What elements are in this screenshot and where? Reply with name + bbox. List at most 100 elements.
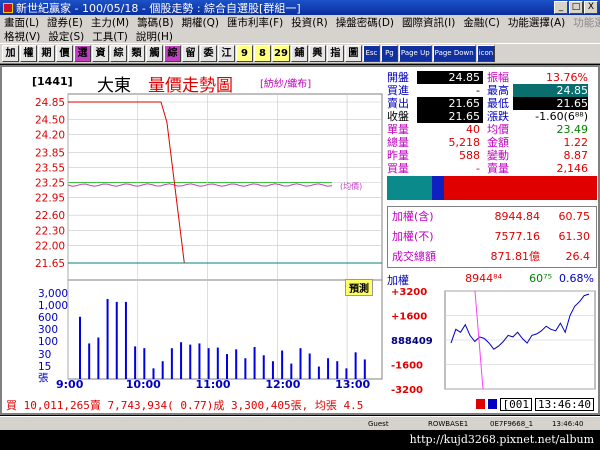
quote-label: 總量 — [387, 136, 409, 149]
x-tick-label: 11:00 — [196, 378, 231, 391]
menu-bar: 畫面(L) 證券(E) 主力(M) 籌碼(B) 期權(Q) 匯市利率(F) 投資(R) 操盤密… — [0, 15, 600, 29]
index-change: 61.30 — [558, 230, 591, 243]
menu-item[interactable]: 畫面(L) — [0, 15, 43, 29]
session-label: 0E7F9668_1 — [490, 420, 534, 428]
quote-value: 24.85 — [513, 84, 588, 97]
toolbar-icon-button[interactable]: icon — [476, 45, 496, 62]
avg-line-label: (均價) — [340, 181, 362, 191]
quote-table: 開盤 24.85 振幅 13.76% 買進 - 最高 24.85 賣出 21.65 最低 21.65 收… — [387, 71, 597, 200]
menu-item[interactable]: 國際資訊(I) — [398, 15, 459, 29]
toolbar-button[interactable]: 9 — [236, 45, 253, 62]
menu-item[interactable]: 工具(T) — [88, 29, 132, 43]
order-summary: 買 10,011,265賣 7,743,934( 0.77)成 3,300,40… — [6, 399, 364, 412]
toolbar-icon-button[interactable]: Page Up — [398, 45, 432, 62]
toolbar-button[interactable]: 資 — [92, 45, 109, 62]
plot-frame — [67, 93, 383, 380]
toolbar-button[interactable]: 委 — [200, 45, 217, 62]
quote-label: 最高 — [487, 84, 509, 97]
chart-title: 量價走勢圖 — [148, 76, 233, 96]
mini-index-change: 60⁷⁵ — [529, 272, 552, 285]
index-value: 8944.84 — [494, 210, 541, 223]
y-tick-label: 22.30 — [35, 225, 65, 237]
connection-bar: Guest ROWBASE1 0E7F9668_1 13:46:40 — [0, 416, 600, 430]
mini-index-header: 加權 8944⁸⁴ 60⁷⁵ 0.68% — [387, 272, 597, 287]
mini-tick-label: -3200 — [391, 385, 423, 395]
toolbar-button[interactable]: 指 — [326, 45, 344, 62]
volume-tick-label: 100 — [38, 336, 58, 348]
quote-value: 8.87 — [563, 149, 589, 162]
toolbar-icon-button[interactable]: Pg — [380, 45, 398, 62]
index-change: 60.75 — [558, 210, 591, 223]
toolbar-icon-button[interactable]: Page Down — [432, 45, 476, 62]
menu-item[interactable]: 金融(C) — [459, 15, 504, 29]
quote-label: 開盤 — [387, 71, 409, 84]
main-panel: 24.85 24.50 24.20 23.85 23.55 23.25 22.95 22.60… — [0, 65, 600, 415]
menu-item[interactable]: 格視(V) — [0, 29, 44, 43]
index-label: 成交總額 — [392, 250, 436, 263]
toolbar-button[interactable]: 29 — [272, 45, 290, 62]
toolbar-button[interactable]: 觸 — [146, 45, 163, 62]
volume-tick-label: 1,000 — [38, 300, 68, 312]
quote-value: -1.60(6⁸⁸) — [535, 110, 588, 123]
y-tick-label: 24.20 — [35, 130, 65, 142]
mini-index-label: 加權 — [387, 274, 409, 287]
volume-tick-label: 600 — [38, 312, 58, 324]
menu-item[interactable]: 籌碼(B) — [133, 15, 177, 29]
stock-code: [1441] — [32, 75, 73, 88]
menu-item[interactable]: 功能選擇(A) — [504, 15, 569, 29]
menu-item[interactable]: 操盤密碼(D) — [332, 15, 398, 29]
toolbar-button[interactable]: 鋪 — [290, 45, 308, 62]
menu-item[interactable]: 功能選擇(O) — [569, 15, 600, 29]
volume-tick-label: 300 — [38, 324, 58, 336]
toolbar-button[interactable]: 期 — [38, 45, 55, 62]
menu-item[interactable]: 主力(M) — [87, 15, 133, 29]
toolbar-button[interactable]: 權 — [20, 45, 37, 62]
toolbar-button[interactable]: 江 — [218, 45, 235, 62]
index-value: 871.81億 — [490, 250, 541, 263]
quote-label: 漲跌 — [487, 110, 509, 123]
forecast-badge[interactable]: 預測 — [345, 279, 373, 296]
menu-item[interactable]: 期權(Q) — [178, 15, 223, 29]
menu-item[interactable]: 投資(R) — [287, 15, 332, 29]
menu-bar-secondary: 格視(V) 設定(S) 工具(T) 說明(H) — [0, 29, 600, 43]
quote-value: 13.76% — [546, 71, 588, 84]
menu-item[interactable]: 匯市利率(F) — [223, 15, 287, 29]
y-tick-label: 24.85 — [35, 97, 65, 109]
toolbar-button[interactable]: 綜 — [110, 45, 127, 62]
quote-label: 單量 — [387, 123, 409, 136]
status-bar: [001 13:46:40 — [475, 397, 594, 411]
toolbar-button[interactable]: 選 — [74, 45, 91, 62]
toolbar-button[interactable]: 價 — [56, 45, 73, 62]
quote-label: 均價 — [487, 123, 509, 136]
toolbar-button[interactable]: 類 — [128, 45, 145, 62]
stock-name: 大東 — [97, 76, 131, 96]
maximize-button[interactable]: □ — [569, 1, 583, 14]
quote-value: 21.65 — [417, 110, 483, 123]
minimize-button[interactable]: _ — [554, 1, 568, 14]
bid-ask-strip-lower — [387, 188, 597, 200]
connection-time: 13:46:40 — [552, 420, 584, 428]
quote-row: 買量 - 賣量 2,146 — [387, 162, 597, 175]
toolbar-button[interactable]: 8 — [254, 45, 271, 62]
toolbar-button[interactable]: 留 — [182, 45, 199, 62]
quote-label: 昨量 — [387, 149, 409, 162]
status-color-red — [475, 399, 485, 409]
toolbar-button[interactable]: 綜 — [164, 45, 181, 62]
quote-label: 賣量 — [487, 162, 509, 175]
toolbar-icon-button[interactable]: Esc — [362, 45, 380, 62]
stock-code-input[interactable]: [001 — [499, 397, 533, 411]
menu-item[interactable]: 設定(S) — [44, 29, 88, 43]
quote-row: 總量 5,218 金額 1.22 — [387, 136, 597, 149]
index-row: 加權(含) 8944.84 60.75 — [388, 207, 596, 227]
quote-value: 1.22 — [563, 136, 589, 149]
menu-item[interactable]: 說明(H) — [132, 29, 177, 43]
mini-index-pct: 0.68% — [559, 272, 594, 285]
toolbar-button[interactable]: 加 — [2, 45, 19, 62]
close-button[interactable]: X — [584, 1, 598, 14]
toolbar-button[interactable]: 圖 — [344, 45, 362, 62]
quote-row: 買進 - 最高 24.85 — [387, 84, 597, 97]
y-tick-label: 22.60 — [35, 210, 65, 222]
watermark-strip: http://kujd3268.pixnet.net/album — [0, 430, 600, 450]
toolbar-button[interactable]: 興 — [308, 45, 326, 62]
menu-item[interactable]: 證券(E) — [43, 15, 87, 29]
